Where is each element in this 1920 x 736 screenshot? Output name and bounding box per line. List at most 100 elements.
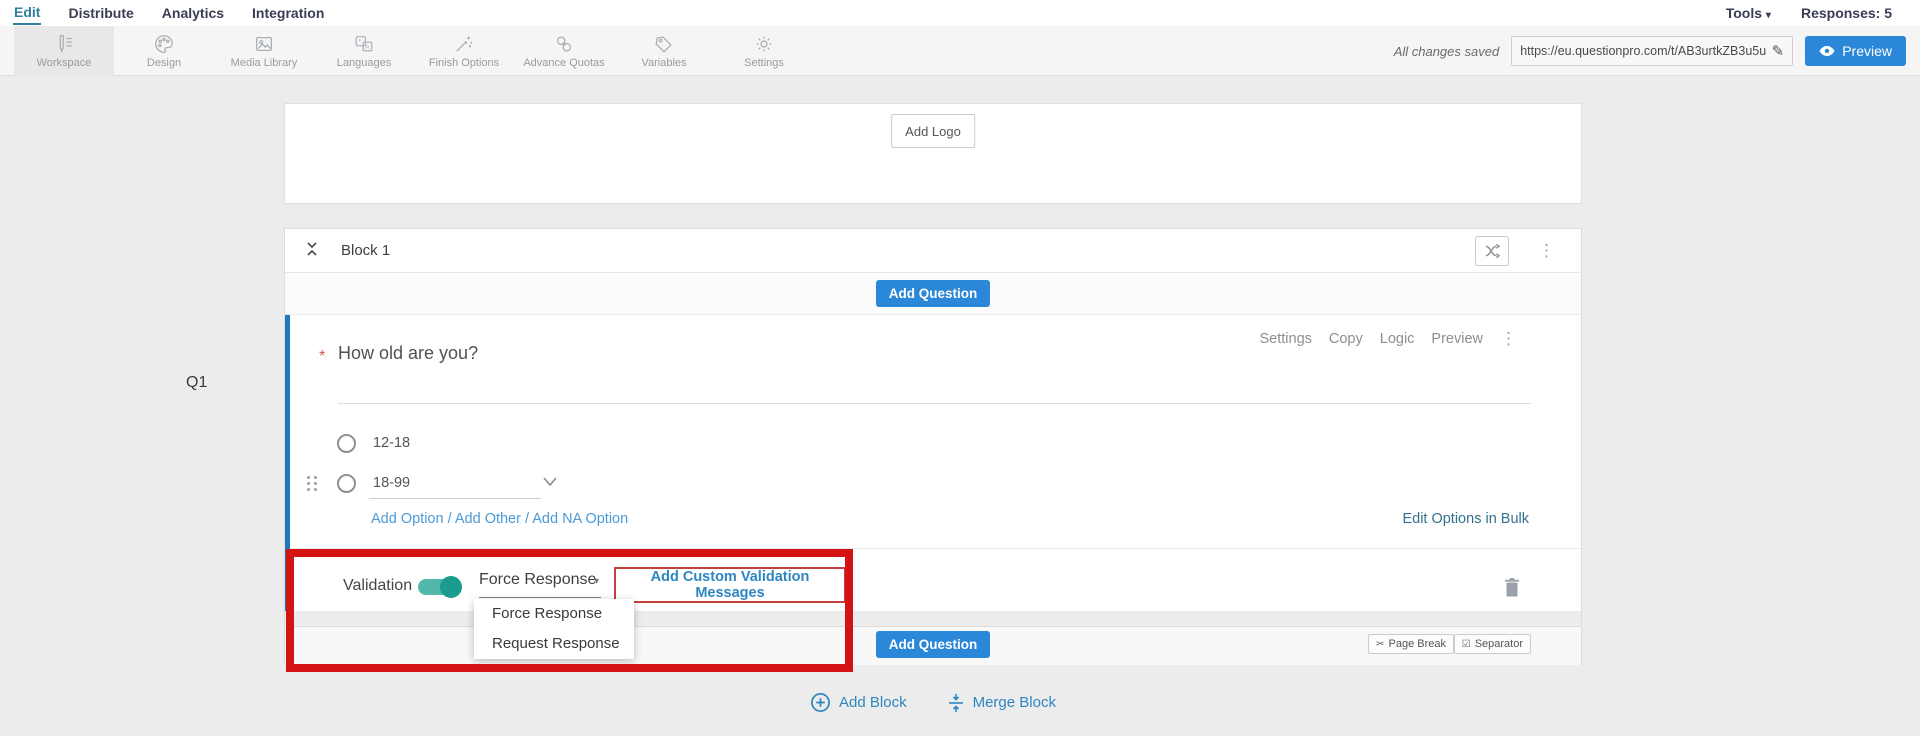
answer-option-row: 12-18 xyxy=(290,429,1581,459)
responses-count[interactable]: Responses: 5 xyxy=(1801,5,1892,21)
top-nav-tabs: Edit Distribute Analytics Integration xyxy=(13,0,351,26)
block-title[interactable]: Block 1 xyxy=(341,229,390,273)
link-separator: / xyxy=(448,511,452,527)
randomize-block-button[interactable] xyxy=(1475,236,1509,266)
validation-dropdown-menu: Force Response Request Response xyxy=(474,599,634,659)
checkbox-icon: ☑ xyxy=(1462,639,1471,650)
delete-question-button[interactable] xyxy=(1501,577,1523,601)
question-actions: Settings Copy Logic Preview ⋮ xyxy=(1259,330,1517,347)
tools-dropdown[interactable]: Tools ▾ xyxy=(1726,5,1771,21)
add-custom-validation-messages-button[interactable]: Add Custom Validation Messages xyxy=(614,567,846,603)
option-links: Add Option / Add Other / Add NA Option xyxy=(371,511,628,527)
editor-toolbar: Workspace Design Media Library *A Langua… xyxy=(0,26,1920,76)
nav-tab-distribute[interactable]: Distribute xyxy=(67,2,134,24)
toolbar-item-languages[interactable]: *A Languages xyxy=(314,26,414,76)
option-links-row: Add Option / Add Other / Add NA Option E… xyxy=(290,511,1581,531)
toggle-knob xyxy=(440,576,462,598)
dropdown-option-request-response[interactable]: Request Response xyxy=(474,629,634,659)
preview-label: Preview xyxy=(1842,43,1892,59)
add-block-button[interactable]: Add Block xyxy=(810,692,907,713)
toolbar-item-label: Languages xyxy=(337,57,391,69)
caret-down-icon: ▾ xyxy=(1766,10,1771,21)
separator-button[interactable]: ☑ Separator xyxy=(1454,634,1531,654)
finish-options-icon xyxy=(453,33,475,55)
collapse-block-icon[interactable] xyxy=(303,240,325,262)
option-label[interactable]: 18-99 xyxy=(373,475,410,491)
add-question-button-bottom[interactable]: Add Question xyxy=(876,631,991,658)
add-logo-button[interactable]: Add Logo xyxy=(891,114,975,148)
toolbar-item-label: Design xyxy=(147,57,181,69)
toolbar-item-variables[interactable]: Variables xyxy=(614,26,714,76)
question-text-input[interactable]: How old are you? xyxy=(338,343,478,364)
toolbar-item-settings[interactable]: Settings xyxy=(714,26,814,76)
dropdown-option-force-response[interactable]: Force Response xyxy=(474,599,634,629)
edit-url-pencil-icon[interactable]: ✎ xyxy=(1772,42,1785,60)
merge-block-label: Merge Block xyxy=(973,694,1056,711)
option-label[interactable]: 12-18 xyxy=(373,435,410,451)
top-nav-bar: Edit Distribute Analytics Integration To… xyxy=(0,0,1920,26)
toolbar-item-label: Advance Quotas xyxy=(523,57,604,69)
nav-tab-edit[interactable]: Edit xyxy=(13,1,41,25)
drag-handle-icon[interactable] xyxy=(307,474,323,494)
media-library-icon xyxy=(253,33,275,55)
toolbar-right: All changes saved https://eu.questionpro… xyxy=(1394,26,1906,76)
force-response-select[interactable]: Force Response ▾ xyxy=(479,571,601,598)
caret-down-icon: ▾ xyxy=(594,576,599,587)
toolbar-item-label: Settings xyxy=(744,57,784,69)
survey-url-field[interactable]: https://eu.questionpro.com/t/AB3urtkZB3u… xyxy=(1511,36,1793,66)
settings-icon xyxy=(753,33,775,55)
block-menu-kebab-icon[interactable]: ⋮ xyxy=(1538,242,1555,259)
toolbar-item-workspace[interactable]: Workspace xyxy=(14,26,114,76)
page-break-label: Page Break xyxy=(1389,638,1446,650)
merge-block-button[interactable]: Merge Block xyxy=(947,692,1056,713)
trash-icon xyxy=(1503,577,1521,598)
answer-option-row: 18-99 xyxy=(290,469,1581,499)
svg-text:A: A xyxy=(365,44,370,51)
toolbar-item-advance-quotas[interactable]: Advance Quotas xyxy=(514,26,614,76)
add-option-link[interactable]: Add Option xyxy=(371,511,444,527)
question-text-underline xyxy=(338,403,1531,404)
link-separator: / xyxy=(525,511,529,527)
page-break-button[interactable]: ✂ Page Break xyxy=(1368,634,1454,654)
edit-options-in-bulk-link[interactable]: Edit Options in Bulk xyxy=(1402,511,1529,527)
tools-label: Tools xyxy=(1726,5,1762,21)
nav-tab-analytics[interactable]: Analytics xyxy=(161,2,225,24)
toolbar-item-media-library[interactable]: Media Library xyxy=(214,26,314,76)
toolbar-item-label: Media Library xyxy=(231,57,298,69)
chevron-down-icon[interactable] xyxy=(542,475,558,493)
eye-icon xyxy=(1819,45,1835,57)
bottom-actions: Add Block Merge Block xyxy=(284,692,1582,713)
preview-button[interactable]: Preview xyxy=(1805,36,1906,66)
option-input-underline xyxy=(369,498,541,499)
add-question-band: Add Question xyxy=(285,273,1581,315)
toolbar-item-label: Variables xyxy=(641,57,686,69)
save-status-text: All changes saved xyxy=(1394,44,1500,59)
advance-quotas-icon xyxy=(553,33,575,55)
question-divider xyxy=(290,548,1581,549)
toolbar-items: Workspace Design Media Library *A Langua… xyxy=(14,26,814,76)
add-other-link[interactable]: Add Other xyxy=(455,511,521,527)
question-settings-link[interactable]: Settings xyxy=(1259,331,1311,347)
question-logic-link[interactable]: Logic xyxy=(1380,331,1415,347)
toolbar-item-label: Finish Options xyxy=(429,57,499,69)
toolbar-item-label: Workspace xyxy=(37,57,92,69)
toolbar-item-design[interactable]: Design xyxy=(114,26,214,76)
survey-header-card: Add Logo Muster xyxy=(284,103,1582,204)
nav-tab-integration[interactable]: Integration xyxy=(251,2,325,24)
workspace-icon xyxy=(53,33,75,55)
separator-label: Separator xyxy=(1475,638,1523,650)
add-question-button-top[interactable]: Add Question xyxy=(876,280,991,307)
toolbar-item-finish-options[interactable]: Finish Options xyxy=(414,26,514,76)
radio-button-option-1[interactable] xyxy=(337,434,356,453)
validation-toggle[interactable] xyxy=(418,579,460,595)
question-copy-link[interactable]: Copy xyxy=(1329,331,1363,347)
survey-editor-screen: Edit Distribute Analytics Integration To… xyxy=(0,0,1920,736)
question-preview-link[interactable]: Preview xyxy=(1431,331,1483,347)
add-na-option-link[interactable]: Add NA Option xyxy=(532,511,628,527)
block-header: Block 1 ⋮ xyxy=(285,229,1581,273)
shuffle-icon xyxy=(1484,243,1501,259)
force-response-select-value: Force Response xyxy=(479,571,596,588)
circle-plus-icon xyxy=(810,692,831,713)
question-menu-kebab-icon[interactable]: ⋮ xyxy=(1500,330,1517,347)
radio-button-option-2[interactable] xyxy=(337,474,356,493)
